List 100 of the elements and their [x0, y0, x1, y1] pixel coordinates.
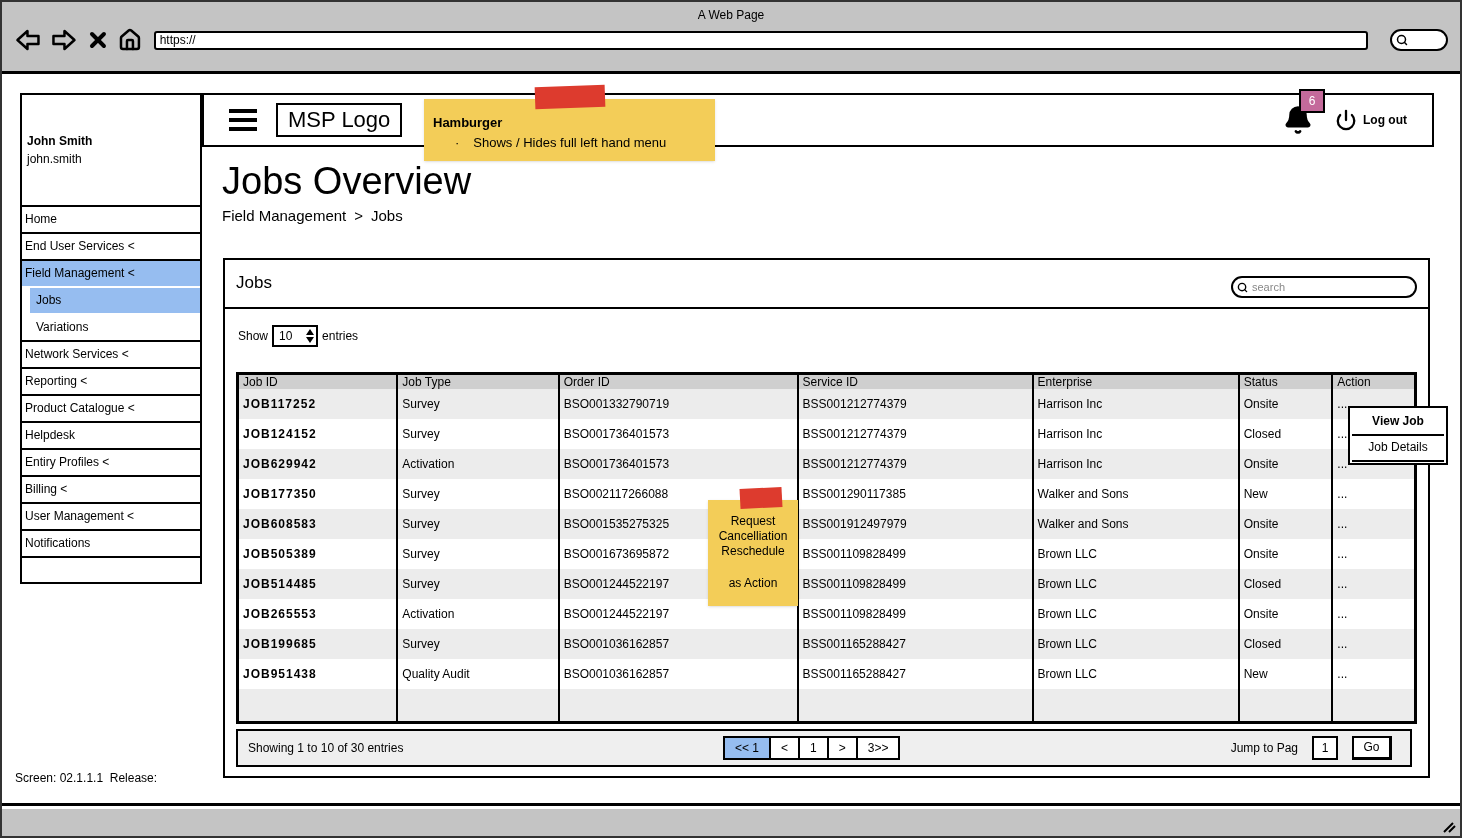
- table-cell-text: Brown LLC: [1037, 665, 1097, 683]
- page-button[interactable]: >: [826, 737, 856, 758]
- table-cell-text: Closed: [1243, 575, 1282, 593]
- table-cell-text: Onsite: [1243, 455, 1279, 473]
- action-menu-link[interactable]: ...: [1337, 634, 1348, 653]
- table-cell-text: Survey: [402, 425, 440, 443]
- table-cell-text: BSS001290117385: [802, 485, 906, 503]
- table-cell-text: Walker and Sons: [1037, 485, 1129, 503]
- table-cell-text: Onsite: [1243, 395, 1279, 413]
- table-cell-text: Harrison Inc: [1037, 455, 1103, 473]
- page-button[interactable]: 3>>: [855, 737, 899, 758]
- table-cell-text: BSO001332790719: [563, 395, 670, 413]
- table-cell-text: JOB265553: [243, 605, 317, 623]
- table-cell-text: JOB117252: [243, 395, 317, 413]
- jump-label: Jump to Pag: [1230, 739, 1298, 757]
- table-cell-text: JOB124152: [243, 425, 317, 443]
- user-login: john.smith: [27, 151, 83, 168]
- table-cell-text: Brown LLC: [1037, 605, 1097, 623]
- action-menu-link[interactable]: ...: [1337, 424, 1348, 443]
- resize-grip-icon[interactable]: [1442, 821, 1456, 833]
- tape-strip: [534, 84, 606, 110]
- bell-icon[interactable]: [1283, 105, 1313, 135]
- url-field[interactable]: https://: [153, 30, 1369, 50]
- action-menu-link[interactable]: ...: [1337, 394, 1348, 413]
- home-icon[interactable]: [117, 28, 142, 52]
- table-cell-text: JOB199685: [243, 635, 317, 653]
- menu-item[interactable]: Job Details: [1368, 438, 1428, 456]
- sidebar-subitem[interactable]: Jobs: [30, 288, 200, 313]
- table-cell-text: BSS001165288427: [802, 665, 906, 683]
- table-cell-text: BSS001212774379: [802, 425, 907, 443]
- table-cell-text: JOB608583: [243, 515, 317, 533]
- action-menu-link[interactable]: ...: [1337, 514, 1348, 533]
- note-text: as Action: [728, 576, 778, 591]
- table-cell-text: BSS001109828499: [802, 575, 906, 593]
- table-cell-text: BSS001109828499: [802, 605, 906, 623]
- table-cell-text: BSO001244522197: [563, 575, 670, 593]
- table-cell-text: Brown LLC: [1037, 575, 1097, 593]
- search-field[interactable]: search: [1231, 276, 1417, 298]
- table-cell-text: BSO001736401573: [563, 425, 670, 443]
- table-cell-text: Activation: [402, 455, 455, 473]
- page-button[interactable]: 1: [798, 737, 827, 758]
- power-icon: [1335, 109, 1357, 131]
- notification-badge: 6: [1299, 89, 1325, 113]
- search-icon: [1396, 34, 1409, 46]
- table-cell-text: New: [1243, 485, 1268, 503]
- action-menu-link[interactable]: ...: [1337, 454, 1348, 473]
- table-cell-text: JOB505389: [243, 545, 317, 563]
- action-menu-link[interactable]: ...: [1337, 544, 1348, 563]
- note-text: Request: [730, 514, 776, 529]
- table-cell-text: Survey: [402, 485, 440, 503]
- table-cell-text: Survey: [402, 575, 440, 593]
- show-label: Show: [238, 327, 269, 345]
- table-cell-text: Survey: [402, 515, 440, 533]
- sidebar-item[interactable]: Field Management <: [22, 261, 200, 286]
- breadcrumb-link[interactable]: Jobs: [371, 205, 403, 228]
- action-menu-link[interactable]: ...: [1337, 484, 1348, 503]
- note-text: Reschedule: [721, 544, 785, 559]
- table-cell-text: JOB951438: [243, 665, 317, 683]
- table-cell-text: Walker and Sons: [1037, 515, 1129, 533]
- action-menu-link[interactable]: ...: [1337, 604, 1348, 623]
- table-cell-text: Harrison Inc: [1037, 395, 1103, 413]
- pagination-summary: Showing 1 to 10 of 30 entries: [248, 739, 405, 757]
- jump-field[interactable]: 1: [1312, 735, 1338, 760]
- action-menu-link[interactable]: ...: [1337, 574, 1348, 593]
- logo: MSP Logo: [276, 103, 403, 137]
- breadcrumb-link[interactable]: Field Management: [222, 205, 347, 228]
- table-cell-text: JOB514485: [243, 575, 317, 593]
- note-title: Hamburger: [433, 114, 504, 132]
- back-arrow-icon[interactable]: [14, 28, 42, 52]
- screen-info: Screen: 02.1.1.1 Release:: [15, 770, 159, 787]
- go-button[interactable]: Go: [1352, 735, 1392, 760]
- logout-button[interactable]: Log out: [1335, 109, 1407, 131]
- window-title: A Web Page: [697, 7, 765, 24]
- table-cell-text: BSO002117266088: [563, 485, 669, 503]
- note-text: Shows / Hides full left hand menu: [473, 133, 667, 152]
- table-cell-text: Survey: [402, 545, 440, 563]
- page-title: Jobs Overview: [222, 159, 473, 203]
- table-cell-text: BSS001212774379: [802, 455, 907, 473]
- table-cell-text: BSS001109828499: [802, 545, 906, 563]
- page-size-field[interactable]: 10: [272, 324, 319, 347]
- table-cell-text: BSO001736401573: [563, 455, 670, 473]
- table-cell-text: BSO001535275325: [563, 515, 670, 533]
- table-cell-text: Survey: [402, 395, 440, 413]
- action-menu-link[interactable]: ...: [1337, 664, 1348, 683]
- browser-search-field[interactable]: [1390, 29, 1448, 51]
- search-icon: [1237, 281, 1248, 293]
- table-cell-text: Onsite: [1243, 515, 1279, 533]
- table-cell-text: Activation: [402, 605, 455, 623]
- table-cell-text: Closed: [1243, 635, 1282, 653]
- user-name: John Smith: [27, 133, 94, 150]
- menu-icon[interactable]: [229, 108, 257, 132]
- page-button[interactable]: <: [769, 737, 799, 758]
- column-header: Action: [1336, 374, 1372, 389]
- page-button[interactable]: << 1: [725, 737, 770, 758]
- table-cell-text: BSO001036162857: [563, 665, 670, 683]
- menu-title: View Job: [1372, 413, 1424, 430]
- table-cell-text: BSO001244522197: [563, 605, 670, 623]
- table-cell-text: BSO001036162857: [563, 635, 670, 653]
- panel-title: Jobs: [236, 272, 272, 295]
- forward-arrow-icon[interactable]: [49, 28, 78, 52]
